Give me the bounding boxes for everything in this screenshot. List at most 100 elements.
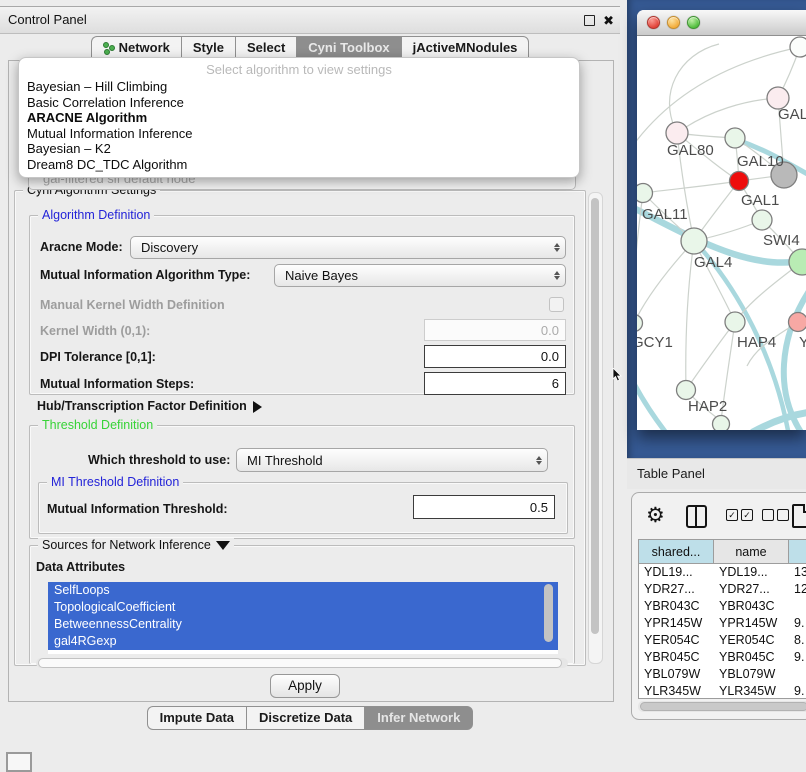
corner-widget[interactable] bbox=[6, 752, 32, 772]
table-row[interactable]: YPR145WYPR145W9. bbox=[639, 615, 806, 632]
table-panel-title: Table Panel bbox=[637, 459, 705, 489]
dpi-tolerance-label: DPI Tolerance [0,1]: bbox=[40, 350, 156, 364]
tab-impute-data[interactable]: Impute Data bbox=[147, 706, 246, 730]
table-row[interactable]: YBR045CYBR045C9. bbox=[639, 649, 806, 666]
aracne-mode-label: Aracne Mode: bbox=[40, 240, 123, 254]
dropdown-item-highlighted[interactable]: ARACNE Algorithm bbox=[19, 110, 579, 126]
cyni-algorithm-settings-group: Cyni Algorithm Settings Algorithm Defini… bbox=[14, 190, 586, 666]
close-traffic-button[interactable] bbox=[647, 16, 660, 29]
document-icon[interactable] bbox=[792, 504, 806, 528]
attribute-item[interactable]: TopologicalCoefficient bbox=[48, 599, 558, 616]
network-node bbox=[681, 228, 707, 254]
dpi-tolerance-input[interactable] bbox=[424, 345, 566, 368]
minimize-traffic-button[interactable] bbox=[667, 16, 680, 29]
data-attributes-label: Data Attributes bbox=[36, 560, 125, 574]
dropdown-item[interactable]: Basic Correlation Inference bbox=[19, 95, 579, 111]
network-node bbox=[725, 128, 745, 148]
network-window-titlebar[interactable] bbox=[637, 10, 806, 36]
table-hscrollbar[interactable] bbox=[638, 701, 806, 712]
mi-type-select[interactable]: Naive Bayes bbox=[274, 264, 566, 287]
node-label: GAL80 bbox=[667, 142, 714, 159]
dropdown-item[interactable]: Bayesian – K2 bbox=[19, 141, 579, 157]
mi-steps-input[interactable] bbox=[424, 372, 566, 395]
mi-steps-label: Mutual Information Steps: bbox=[40, 377, 194, 391]
column-header-clipped[interactable] bbox=[789, 540, 806, 564]
network-icon bbox=[103, 42, 115, 54]
column-header-shared-name[interactable]: shared... bbox=[639, 540, 714, 564]
float-window-icon[interactable] bbox=[584, 15, 595, 26]
column-header-name[interactable]: name bbox=[714, 540, 789, 564]
attribute-item[interactable]: BetweennessCentrality bbox=[48, 616, 558, 633]
deselect-all-columns-icon[interactable] bbox=[762, 509, 789, 521]
mouse-cursor bbox=[612, 368, 623, 382]
table-row[interactable]: YBL079WYBL079W bbox=[639, 666, 806, 683]
aracne-mode-select[interactable]: Discovery bbox=[130, 236, 566, 259]
node-label: Y bbox=[799, 334, 806, 351]
select-all-columns-icon[interactable]: ✓✓ bbox=[726, 509, 753, 521]
mi-threshold-label: Mutual Information Threshold: bbox=[47, 502, 228, 516]
stepper-icon bbox=[549, 271, 565, 280]
collapse-right-icon bbox=[253, 401, 262, 413]
node-label: GAL10 bbox=[737, 153, 784, 170]
list-scrollbar[interactable] bbox=[544, 584, 553, 642]
table-row[interactable]: YER054CYER054C8. bbox=[639, 632, 806, 649]
stepper-icon bbox=[549, 243, 565, 252]
manual-kernel-label: Manual Kernel Width Definition bbox=[40, 298, 225, 312]
node-label: SWI4 bbox=[763, 232, 800, 249]
table-panel: ⚙ ✓✓ shared... name YDL19...YDL19...13 Y… bbox=[631, 492, 806, 720]
attribute-list: SelfLoops TopologicalCoefficient Between… bbox=[48, 582, 558, 654]
which-threshold-label: Which threshold to use: bbox=[88, 453, 230, 467]
mi-threshold-input[interactable] bbox=[413, 495, 555, 519]
table-toolbar: ⚙ ✓✓ bbox=[632, 501, 806, 533]
mi-type-label: Mutual Information Algorithm Type: bbox=[40, 268, 250, 282]
apply-button[interactable]: Apply bbox=[270, 674, 340, 698]
sources-group: Sources for Network Inference Data Attri… bbox=[29, 545, 575, 664]
network-node bbox=[725, 312, 745, 332]
network-node bbox=[677, 381, 696, 400]
algorithm-definition-group: Algorithm Definition Aracne Mode: Discov… bbox=[29, 215, 575, 395]
attribute-item[interactable]: gal4RGexp bbox=[48, 633, 558, 650]
node-label: GCY1 bbox=[637, 334, 673, 351]
dropdown-item[interactable]: Mutual Information Inference bbox=[19, 126, 579, 142]
table-header-row: shared... name bbox=[639, 540, 806, 564]
dropdown-item[interactable]: Bayesian – Hill Climbing bbox=[19, 79, 579, 95]
close-icon[interactable]: ✖ bbox=[603, 14, 614, 27]
table-row[interactable]: YLR345WYLR345W9. bbox=[639, 683, 806, 699]
node-label: GAL11 bbox=[642, 206, 688, 223]
hub-definition-toggle[interactable]: Hub/Transcription Factor Definition bbox=[37, 399, 262, 413]
manual-kernel-checkbox[interactable] bbox=[549, 297, 564, 312]
network-window[interactable]: GAL GAL80 GAL10 GAL1 GAL11 SWI4 GAL4 GCY… bbox=[637, 10, 806, 430]
sources-group-title[interactable]: Sources for Network Inference bbox=[38, 538, 234, 552]
network-node bbox=[637, 184, 653, 203]
table-row[interactable]: YDR27...YDR27...12 bbox=[639, 581, 806, 598]
threshold-definition-group: Threshold Definition Which threshold to … bbox=[29, 425, 575, 539]
node-label: HAP2 bbox=[688, 398, 727, 415]
collapse-down-icon bbox=[216, 541, 230, 550]
kernel-width-input[interactable] bbox=[424, 319, 566, 341]
kernel-width-label: Kernel Width (0,1): bbox=[40, 324, 150, 338]
network-canvas[interactable]: GAL GAL80 GAL10 GAL1 GAL11 SWI4 GAL4 GCY… bbox=[637, 36, 806, 430]
which-threshold-select[interactable]: MI Threshold bbox=[236, 448, 548, 472]
horizontal-scrollbar[interactable] bbox=[36, 658, 568, 668]
node-table[interactable]: shared... name YDL19...YDL19...13 YDR27.… bbox=[638, 539, 806, 699]
control-panel-titlebar[interactable]: Control Panel ✖ bbox=[0, 6, 620, 34]
table-row[interactable]: YBR043CYBR043C bbox=[639, 598, 806, 615]
control-panel-title: Control Panel bbox=[8, 7, 87, 33]
table-row[interactable]: YDL19...YDL19...13 bbox=[639, 564, 806, 581]
mi-threshold-definition-title: MI Threshold Definition bbox=[47, 475, 183, 489]
gear-icon[interactable]: ⚙ bbox=[646, 503, 665, 527]
dropdown-item[interactable]: Dream8 DC_TDC Algorithm bbox=[19, 157, 579, 173]
threshold-definition-title: Threshold Definition bbox=[38, 418, 157, 432]
zoom-traffic-button[interactable] bbox=[687, 16, 700, 29]
node-label: HAP4 bbox=[737, 334, 776, 351]
attribute-item[interactable]: SelfLoops bbox=[48, 582, 558, 599]
columns-icon[interactable] bbox=[686, 505, 707, 528]
network-node bbox=[790, 37, 806, 57]
tab-discretize-data[interactable]: Discretize Data bbox=[246, 706, 364, 730]
settings-scrollbar[interactable] bbox=[588, 192, 603, 664]
network-view-panel: GAL GAL80 GAL10 GAL1 GAL11 SWI4 GAL4 GCY… bbox=[627, 0, 806, 458]
table-panel-titlebar[interactable]: Table Panel bbox=[627, 458, 806, 489]
tab-infer-network[interactable]: Infer Network bbox=[364, 706, 473, 730]
screen: { "control_panel": { "title": "Control P… bbox=[0, 0, 806, 762]
network-node bbox=[789, 313, 806, 332]
